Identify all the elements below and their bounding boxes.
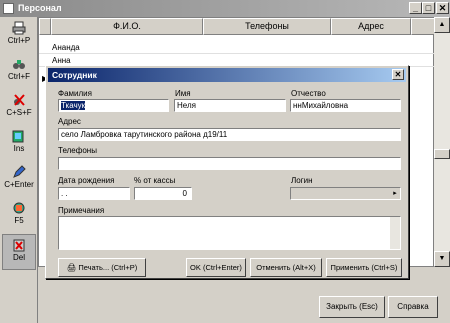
login-dropdown-icon[interactable]: ▸ (390, 188, 400, 199)
tool-label: F5 (14, 216, 24, 225)
phones-label: Телефоны (58, 146, 97, 155)
scroll-thumb[interactable] (434, 149, 450, 159)
print-button[interactable]: 🖨 Печать... (Ctrl+P) (58, 258, 146, 277)
print-tool-button[interactable]: Ctrl+P (2, 18, 36, 54)
phones-field[interactable] (58, 157, 401, 170)
refresh-tool-button[interactable]: F5 (2, 198, 36, 234)
column-header-empty (411, 18, 435, 35)
cash-percent-field[interactable]: 0 (134, 187, 192, 200)
name-label: Имя (175, 89, 191, 98)
column-header-phones[interactable]: Телефоны (203, 18, 331, 35)
birthdate-label: Дата рождения (58, 176, 115, 185)
login-field[interactable]: ▸ (290, 187, 401, 200)
login-label: Логин (291, 176, 313, 185)
tool-label: Ctrl+P (7, 36, 31, 45)
column-header-address[interactable]: Адрес (331, 18, 411, 35)
left-toolbar: Ctrl+P Ctrl+F C+S+F Ins C+Enter F5 Del (0, 17, 38, 323)
surname-field[interactable]: Ткачук (58, 99, 169, 112)
refresh-icon (13, 202, 25, 214)
app-icon (3, 3, 14, 14)
patronymic-field[interactable]: ннМихайловна (290, 99, 401, 112)
ok-button[interactable]: OK (Ctrl+Enter) (186, 258, 246, 277)
cancel-button[interactable]: Отменить (Alt+X) (250, 258, 322, 277)
minimize-button[interactable]: _ (409, 2, 422, 14)
tool-label: Del (12, 253, 25, 262)
print-icon (12, 21, 26, 35)
insert-tool-button[interactable]: Ins (2, 126, 36, 162)
window-title: Персонал (18, 3, 62, 13)
scroll-down-arrow-icon[interactable]: ▼ (434, 251, 450, 267)
name-field[interactable]: Неля (174, 99, 286, 112)
notes-scrollbar[interactable] (390, 217, 400, 249)
surname-label: Фамилия (58, 89, 92, 98)
clear-filter-icon (14, 94, 25, 106)
tool-label: C+Enter (4, 180, 34, 189)
close-button[interactable]: Закрыть (Esc) (319, 296, 385, 318)
dialog-title-bar: Сотрудник ✕ (48, 68, 406, 82)
print-button-label: Печать... (Ctrl+P) (78, 263, 138, 272)
birthdate-field[interactable]: . . (58, 187, 130, 200)
binoculars-icon (13, 60, 25, 69)
cash-percent-label: % от кассы (134, 176, 176, 185)
delete-record-icon (13, 239, 25, 252)
tool-label: C+S+F (6, 108, 32, 117)
row-divider (39, 53, 435, 54)
tool-label: Ctrl+F (8, 72, 30, 81)
window-title-bar: Персонал _ □ ✕ (0, 0, 450, 17)
tool-label: Ins (13, 144, 25, 153)
apply-button[interactable]: Применить (Ctrl+S) (326, 258, 402, 277)
find-tool-button[interactable]: Ctrl+F (2, 54, 36, 90)
close-window-button[interactable]: ✕ (436, 2, 449, 14)
notes-label: Примечания (58, 206, 105, 215)
clear-filter-tool-button[interactable]: C+S+F (2, 90, 36, 126)
delete-tool-button[interactable]: Del (2, 234, 36, 270)
add-record-icon (12, 130, 24, 143)
edit-tool-button[interactable]: C+Enter (2, 162, 36, 198)
print-icon: 🖨 (66, 263, 77, 272)
scroll-up-arrow-icon[interactable]: ▲ (434, 17, 450, 33)
surname-value: Ткачук (61, 101, 86, 110)
edit-record-icon (13, 165, 26, 178)
dialog-title: Сотрудник (52, 70, 97, 80)
table-vertical-scrollbar[interactable]: ▲ ▼ (434, 17, 450, 267)
row-indicator-header (39, 18, 51, 35)
dialog-close-button[interactable]: ✕ (392, 69, 404, 80)
maximize-button[interactable]: □ (422, 2, 435, 14)
address-field[interactable]: село Ламбровка тарутинского района д19/1… (58, 128, 401, 141)
employee-dialog: Сотрудник ✕ Фамилия Ткачук Имя Неля Отче… (45, 65, 409, 279)
help-button[interactable]: Справка (388, 296, 438, 318)
patronymic-label: Отчество (291, 89, 326, 98)
address-label: Адрес (58, 117, 81, 126)
notes-field[interactable] (58, 216, 401, 250)
column-header-fio[interactable]: Ф.И.О. (51, 18, 203, 35)
table-row[interactable]: Ананда (51, 42, 80, 53)
